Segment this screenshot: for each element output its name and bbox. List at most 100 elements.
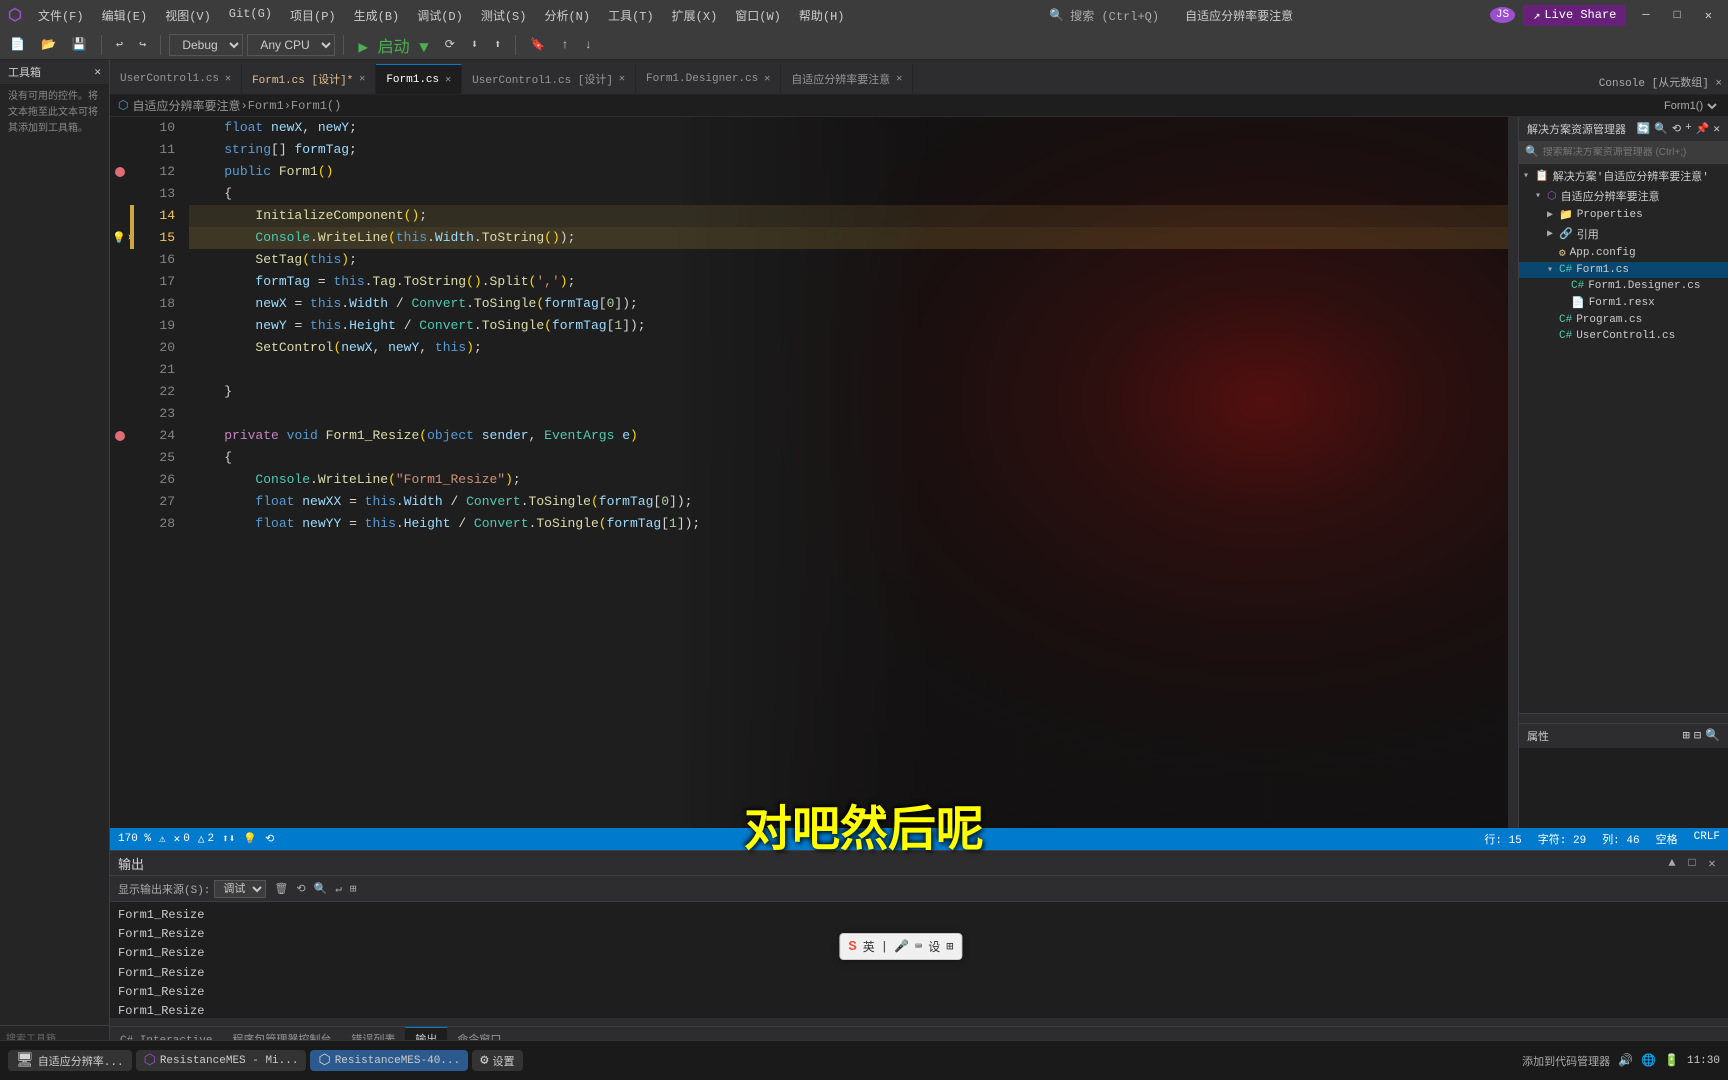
output-wrap-btn[interactable]: ↵: [335, 882, 342, 896]
editor-area[interactable]: 💡 ➤: [110, 117, 1518, 828]
breadcrumb-method[interactable]: Form1(): [291, 99, 341, 113]
taskbar-item-vs[interactable]: ⬡ ResistanceMES - Mi...: [136, 1050, 307, 1071]
method-dropdown[interactable]: Form1(): [1660, 99, 1720, 113]
menu-file[interactable]: 文件(F): [30, 3, 92, 28]
menu-debug[interactable]: 调试(D): [409, 3, 471, 28]
title-search[interactable]: 搜索 (Ctrl+Q): [1070, 7, 1159, 24]
maximize-button[interactable]: □: [1666, 6, 1689, 24]
solution-h-scrollbar[interactable]: [1519, 713, 1728, 723]
live-share-button[interactable]: ↗ Live Share: [1523, 5, 1626, 26]
tab-form1-designer[interactable]: Form1.cs [设计]* ✕: [242, 64, 376, 94]
tree-item-project[interactable]: ▾ ⬡ 自适应分辨率要注意: [1519, 186, 1728, 206]
status-warnings[interactable]: △ 2: [198, 832, 214, 846]
menu-help[interactable]: 帮助(H): [791, 3, 853, 28]
taskbar-item-1[interactable]: 🖥 自适应分辨率...: [8, 1050, 132, 1071]
menu-window[interactable]: 窗口(W): [727, 3, 789, 28]
toolbar-extra-2[interactable]: ↑: [555, 36, 574, 54]
tab-form1-designer-close[interactable]: ✕: [359, 73, 365, 85]
toolbar-extra-3[interactable]: ↓: [578, 36, 597, 54]
solution-explorer-sync[interactable]: ⟲: [1672, 122, 1681, 136]
menu-analyze[interactable]: 分析(N): [536, 3, 598, 28]
tree-item-refs[interactable]: ▶ 🔗 引用: [1519, 224, 1728, 244]
solution-explorer-toggle-1[interactable]: 🔄: [1636, 122, 1650, 136]
output-extra-1[interactable]: ⊞: [350, 882, 357, 896]
debug-step-out[interactable]: ⬆: [488, 35, 507, 54]
solution-explorer-search-icon[interactable]: 🔍: [1654, 122, 1668, 136]
toolbar-open[interactable]: 📂: [35, 35, 62, 54]
tree-item-program[interactable]: C# Program.cs: [1519, 312, 1728, 328]
vertical-scrollbar[interactable]: [1508, 117, 1518, 828]
output-float-btn[interactable]: □: [1684, 855, 1700, 871]
breadcrumb-file[interactable]: Form1: [248, 99, 284, 113]
taskbar-item-settings[interactable]: ⚙ 设置: [472, 1050, 522, 1071]
properties-search[interactable]: 🔍: [1705, 728, 1720, 744]
solution-explorer-pin[interactable]: 📌: [1696, 122, 1710, 136]
toolbar-save[interactable]: 💾: [66, 35, 93, 54]
status-errors[interactable]: ✕ 0: [174, 832, 190, 846]
properties-icon-2[interactable]: ⊟: [1694, 728, 1701, 744]
output-clear-btn[interactable]: 🗑: [274, 882, 288, 896]
solution-explorer-close[interactable]: ✕: [1713, 122, 1720, 136]
tree-item-usercontrol1[interactable]: C# UserControl1.cs: [1519, 328, 1728, 344]
tree-item-solution[interactable]: ▾ 📋 解决方案'自适应分辨率要注意': [1519, 166, 1728, 186]
close-button[interactable]: ✕: [1697, 6, 1720, 25]
toolbar-extra-1[interactable]: 🔖: [524, 35, 551, 54]
code-lines[interactable]: float newX, newY; string[] formTag; publ…: [189, 117, 1508, 828]
tab-form1[interactable]: Form1.cs ✕: [376, 64, 462, 94]
breadcrumb-project[interactable]: 自适应分辨率要注意: [132, 97, 240, 114]
tab-form1-designer-cs[interactable]: Form1.Designer.cs ✕: [636, 64, 781, 94]
tree-item-properties[interactable]: ▶ 📁 Properties: [1519, 206, 1728, 224]
menu-build[interactable]: 生成(B): [346, 3, 408, 28]
tree-item-form1-resx[interactable]: 📄 Form1.resx: [1519, 294, 1728, 312]
debug-step-into[interactable]: ⬇: [465, 35, 484, 54]
menu-edit[interactable]: 编辑(E): [94, 3, 156, 28]
menu-view[interactable]: 视图(V): [157, 3, 219, 28]
toolbox-close[interactable]: ✕: [94, 65, 101, 79]
ime-mic[interactable]: 🎤: [894, 939, 909, 954]
menu-tools[interactable]: 工具(T): [600, 3, 662, 28]
tab-adaptive[interactable]: 自适应分辨率要注意 ✕: [781, 64, 913, 94]
taskbar-item-resistance[interactable]: ⬡ ResistanceMES-40...: [310, 1050, 468, 1071]
ime-settings[interactable]: 设: [928, 938, 940, 955]
solution-explorer-new[interactable]: +: [1685, 122, 1692, 136]
tree-label-form1: Form1.cs: [1576, 264, 1629, 276]
properties-icon-1[interactable]: ⊞: [1683, 728, 1690, 744]
output-h-scrollbar[interactable]: [110, 1018, 1728, 1026]
taskbar: 🖥 自适应分辨率... ⬡ ResistanceMES - Mi... ⬡ Re…: [0, 1040, 1728, 1080]
tab-form1-close[interactable]: ✕: [445, 74, 451, 86]
ime-keyboard[interactable]: ⌨: [915, 939, 922, 954]
toolbar-new-file[interactable]: 📄: [4, 35, 31, 54]
tab-usercontrol1-close[interactable]: ✕: [225, 73, 231, 85]
menu-test[interactable]: 测试(S): [473, 3, 535, 28]
tree-expand-project: ▾: [1535, 190, 1547, 202]
menu-project[interactable]: 项目(P): [282, 3, 344, 28]
tree-item-form1-designer[interactable]: C# Form1.Designer.cs: [1519, 278, 1728, 294]
tree-item-appconfig[interactable]: ⚙ App.config: [1519, 244, 1728, 262]
ime-lang[interactable]: 英: [863, 938, 875, 955]
ime-grid[interactable]: ⊞: [946, 939, 953, 954]
warning-count: 2: [208, 833, 215, 845]
toolbar-undo[interactable]: ↩: [110, 35, 129, 54]
tab-form1-designer-cs-close[interactable]: ✕: [764, 73, 770, 85]
toolbar-redo[interactable]: ↪: [133, 35, 152, 54]
debug-config-select[interactable]: Debug: [169, 34, 243, 56]
output-find-btn[interactable]: 🔍: [314, 882, 328, 896]
debug-step-over[interactable]: ⟳: [439, 35, 461, 54]
cpu-config-select[interactable]: Any CPU: [247, 34, 335, 56]
console-tab[interactable]: Console [从元数组] ×: [1593, 70, 1728, 94]
output-source-select[interactable]: 调试: [214, 880, 266, 898]
tab-usercontrol1-design-close[interactable]: ✕: [619, 73, 625, 85]
output-toggle-btn[interactable]: ⟲: [296, 882, 305, 896]
run-button[interactable]: ▶ 启动 ▼: [352, 31, 434, 59]
menu-extensions[interactable]: 扩展(X): [664, 3, 726, 28]
menu-git[interactable]: Git(G): [221, 3, 280, 28]
tab-adaptive-close[interactable]: ✕: [896, 73, 902, 85]
solution-search-input[interactable]: [1543, 147, 1722, 158]
systray-add-code[interactable]: 添加到代码管理器: [1522, 1053, 1610, 1069]
tree-item-form1[interactable]: ▾ C# Form1.cs: [1519, 262, 1728, 278]
output-up-btn[interactable]: ▲: [1664, 855, 1680, 871]
tab-usercontrol1-design[interactable]: UserControl1.cs [设计] ✕: [462, 64, 636, 94]
tab-usercontrol1[interactable]: UserControl1.cs ✕: [110, 64, 242, 94]
output-close-btn[interactable]: ✕: [1704, 855, 1720, 871]
minimize-button[interactable]: ─: [1634, 6, 1657, 24]
